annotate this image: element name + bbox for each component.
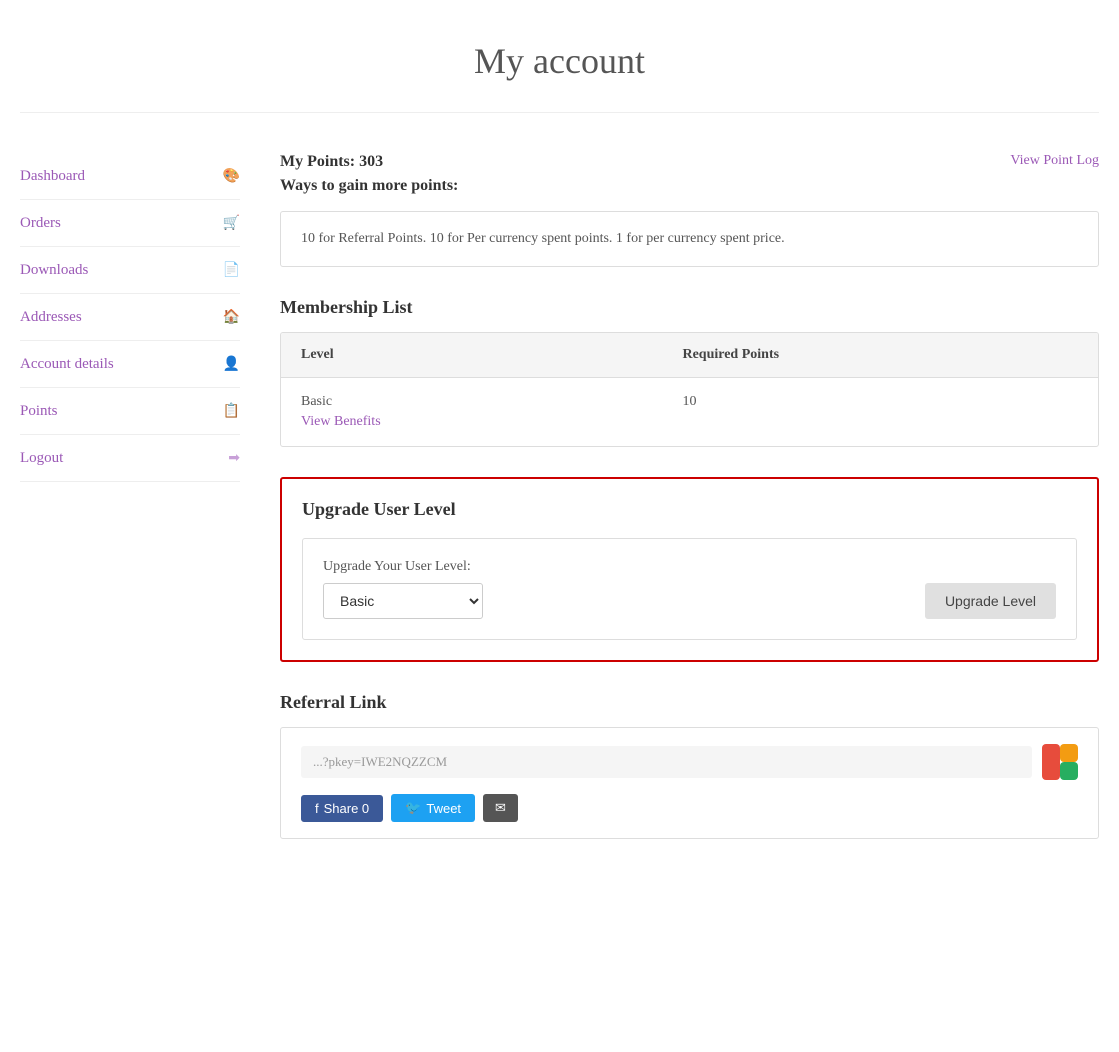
sidebar-item-points[interactable]: Points	[20, 388, 240, 435]
logout-icon	[228, 449, 240, 467]
account-icon	[223, 355, 240, 373]
upgrade-form: Upgrade Your User Level: Basic Upgrade L…	[302, 538, 1077, 640]
table-row: Basic View Benefits 10	[281, 378, 1098, 447]
sidebar-item-downloads[interactable]: Downloads	[20, 247, 240, 294]
sidebar-label-addresses: Addresses	[20, 309, 82, 326]
sidebar-label-dashboard: Dashboard	[20, 168, 85, 185]
facebook-share-button[interactable]: f Share 0	[301, 795, 383, 822]
membership-title: Membership List	[280, 297, 1099, 318]
addresses-icon	[223, 308, 240, 326]
ways-to-gain: Ways to gain more points:	[280, 177, 458, 195]
sidebar-item-addresses[interactable]: Addresses	[20, 294, 240, 341]
upgrade-title: Upgrade User Level	[302, 499, 1077, 520]
downloads-icon	[223, 261, 240, 279]
upgrade-form-label: Upgrade Your User Level:	[323, 559, 483, 575]
points-info: My Points: 303 Ways to gain more points:	[280, 153, 458, 195]
upgrade-level-button[interactable]: Upgrade Level	[925, 583, 1056, 619]
points-value: My Points: 303	[280, 153, 458, 171]
view-benefits-link[interactable]: View Benefits	[301, 414, 642, 430]
sidebar: Dashboard Orders Downloads Addresses Acc…	[20, 153, 240, 869]
referral-title: Referral Link	[280, 692, 1099, 713]
required-points-cell: 10	[662, 378, 1098, 447]
points-header: My Points: 303 Ways to gain more points:…	[280, 153, 1099, 195]
page-header: My account	[20, 0, 1099, 113]
twitter-tweet-button[interactable]: 🐦 Tweet	[391, 794, 475, 822]
tweet-label: Tweet	[426, 801, 461, 816]
points-info-box: 10 for Referral Points. 10 for Per curre…	[280, 211, 1099, 267]
sidebar-label-downloads: Downloads	[20, 262, 88, 279]
membership-table: Level Required Points Basic View Benefit…	[280, 332, 1099, 447]
referral-app-icon	[1042, 744, 1078, 780]
upgrade-level-select[interactable]: Basic	[323, 583, 483, 619]
sidebar-label-orders: Orders	[20, 215, 61, 232]
sidebar-label-points: Points	[20, 403, 58, 420]
page-title: My account	[20, 40, 1099, 82]
fb-icon: f	[315, 801, 319, 816]
social-buttons: f Share 0 🐦 Tweet ✉	[301, 794, 1078, 822]
orders-icon	[223, 214, 240, 232]
col-level: Level	[281, 333, 662, 378]
table-header-row: Level Required Points	[281, 333, 1098, 378]
sidebar-item-orders[interactable]: Orders	[20, 200, 240, 247]
col-required-points: Required Points	[662, 333, 1098, 378]
sidebar-label-logout: Logout	[20, 450, 63, 467]
referral-section: Referral Link ...?pkey=IWE2NQZZCM f	[280, 692, 1099, 839]
view-point-log-link[interactable]: View Point Log	[1010, 153, 1099, 169]
membership-section: Membership List Level Required Points	[280, 297, 1099, 447]
level-cell: Basic View Benefits	[281, 378, 662, 447]
sidebar-label-account-details: Account details	[20, 356, 114, 373]
referral-url-row: ...?pkey=IWE2NQZZCM	[301, 744, 1078, 780]
email-icon: ✉	[495, 800, 506, 815]
upgrade-section: Upgrade User Level Upgrade Your User Lev…	[280, 477, 1099, 662]
level-name: Basic	[301, 394, 332, 409]
sidebar-item-logout[interactable]: Logout	[20, 435, 240, 482]
fb-label: Share 0	[324, 801, 370, 816]
dashboard-icon	[223, 167, 240, 185]
referral-url-text: ...?pkey=IWE2NQZZCM	[301, 746, 1032, 778]
twitter-icon: 🐦	[405, 800, 421, 816]
upgrade-select-group: Upgrade Your User Level: Basic	[323, 559, 483, 619]
email-share-button[interactable]: ✉	[483, 794, 518, 822]
points-icon	[223, 402, 240, 420]
sidebar-item-dashboard[interactable]: Dashboard	[20, 153, 240, 200]
sidebar-item-account-details[interactable]: Account details	[20, 341, 240, 388]
referral-box: ...?pkey=IWE2NQZZCM f Share 0	[280, 727, 1099, 839]
main-content: My Points: 303 Ways to gain more points:…	[280, 153, 1099, 869]
